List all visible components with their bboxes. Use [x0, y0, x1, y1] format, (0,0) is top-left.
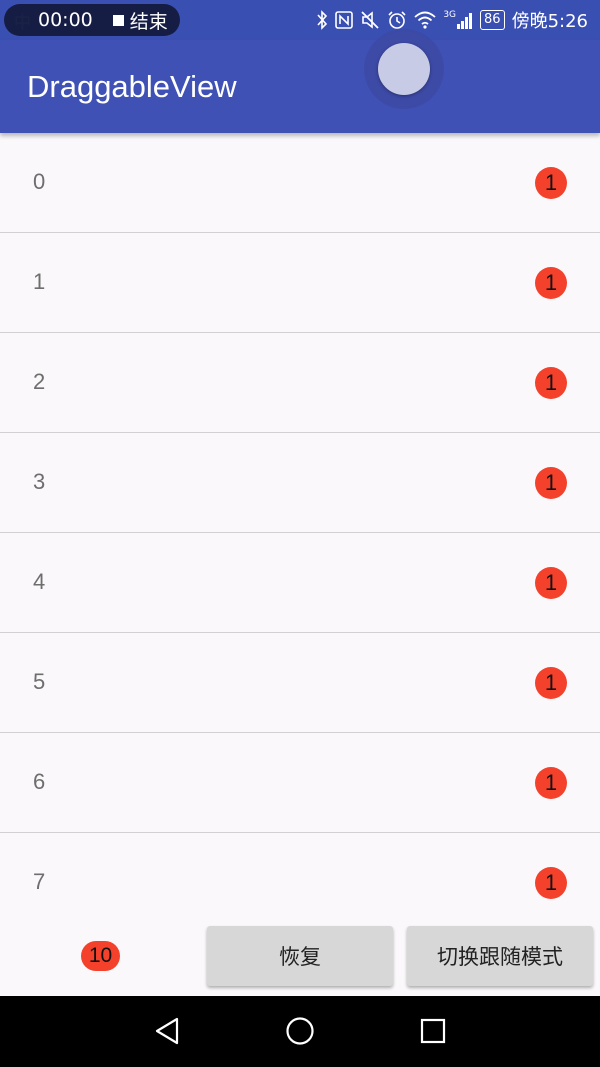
network-type: 3G [443, 10, 457, 20]
status-bar: 中 00:00 结束 3G 86 傍晚5:26 [0, 0, 600, 40]
app-bar: DraggableView [0, 40, 600, 133]
bluetooth-icon [317, 10, 328, 30]
total-badge[interactable]: 10 [81, 941, 120, 971]
signal-group: 3G [443, 11, 473, 29]
list-item[interactable]: 1 1 [0, 233, 600, 333]
restore-button[interactable]: 恢复 [207, 926, 393, 986]
unread-badge[interactable]: 1 [535, 367, 567, 399]
list-item[interactable]: 4 1 [0, 533, 600, 633]
list-item-label: 1 [33, 269, 46, 294]
list-item-label: 2 [33, 369, 46, 394]
draggable-knob [378, 43, 430, 95]
list-item-label: 6 [33, 769, 46, 794]
list-item-label: 7 [33, 869, 46, 894]
toggle-follow-mode-button[interactable]: 切换跟随模式 [407, 926, 593, 986]
list-item-label: 0 [33, 169, 46, 194]
app-title: DraggableView [27, 69, 237, 104]
alarm-icon [388, 11, 406, 29]
draggable-view[interactable] [366, 31, 442, 107]
list-item[interactable]: 7 1 [0, 833, 600, 925]
wifi-icon [414, 11, 436, 29]
battery-icon: 86 [480, 10, 505, 30]
recents-icon[interactable] [420, 1018, 446, 1044]
unread-badge[interactable]: 1 [535, 467, 567, 499]
unread-badge[interactable]: 1 [535, 667, 567, 699]
back-icon[interactable] [153, 1016, 181, 1046]
screen-recording-pill[interactable]: 00:00 结束 [4, 4, 180, 36]
home-icon[interactable] [285, 1016, 315, 1046]
recording-time: 00:00 [38, 9, 93, 31]
list-item-label: 4 [33, 569, 46, 594]
navigation-bar [0, 996, 600, 1067]
mute-icon [361, 11, 379, 29]
stop-icon [112, 14, 124, 26]
unread-badge[interactable]: 1 [535, 267, 567, 299]
recording-end-label: 结束 [129, 10, 168, 33]
unread-badge[interactable]: 1 [535, 567, 567, 599]
signal-icon [457, 13, 473, 29]
status-icons: 3G 86 傍晚5:26 [316, 6, 588, 34]
unread-badge[interactable]: 1 [535, 867, 567, 899]
item-list[interactable]: 0 1 1 1 2 1 3 1 4 1 5 1 6 1 7 1 [0, 133, 600, 925]
list-item-label: 5 [33, 669, 46, 694]
list-item[interactable]: 2 1 [0, 333, 600, 433]
nfc-icon [335, 11, 354, 29]
screen: 中 00:00 结束 3G 86 傍晚5:26 DraggableView [0, 0, 600, 1067]
list-item[interactable]: 0 1 [0, 133, 600, 233]
list-item[interactable]: 6 1 [0, 733, 600, 833]
bottom-action-bar: 10 恢复 切换跟随模式 [0, 925, 600, 996]
battery-level: 86 [484, 12, 501, 27]
list-item[interactable]: 5 1 [0, 633, 600, 733]
list-item[interactable]: 3 1 [0, 433, 600, 533]
unread-badge[interactable]: 1 [535, 167, 567, 199]
status-time: 傍晚5:26 [511, 11, 588, 32]
unread-badge[interactable]: 1 [535, 767, 567, 799]
list-item-label: 3 [33, 469, 46, 494]
